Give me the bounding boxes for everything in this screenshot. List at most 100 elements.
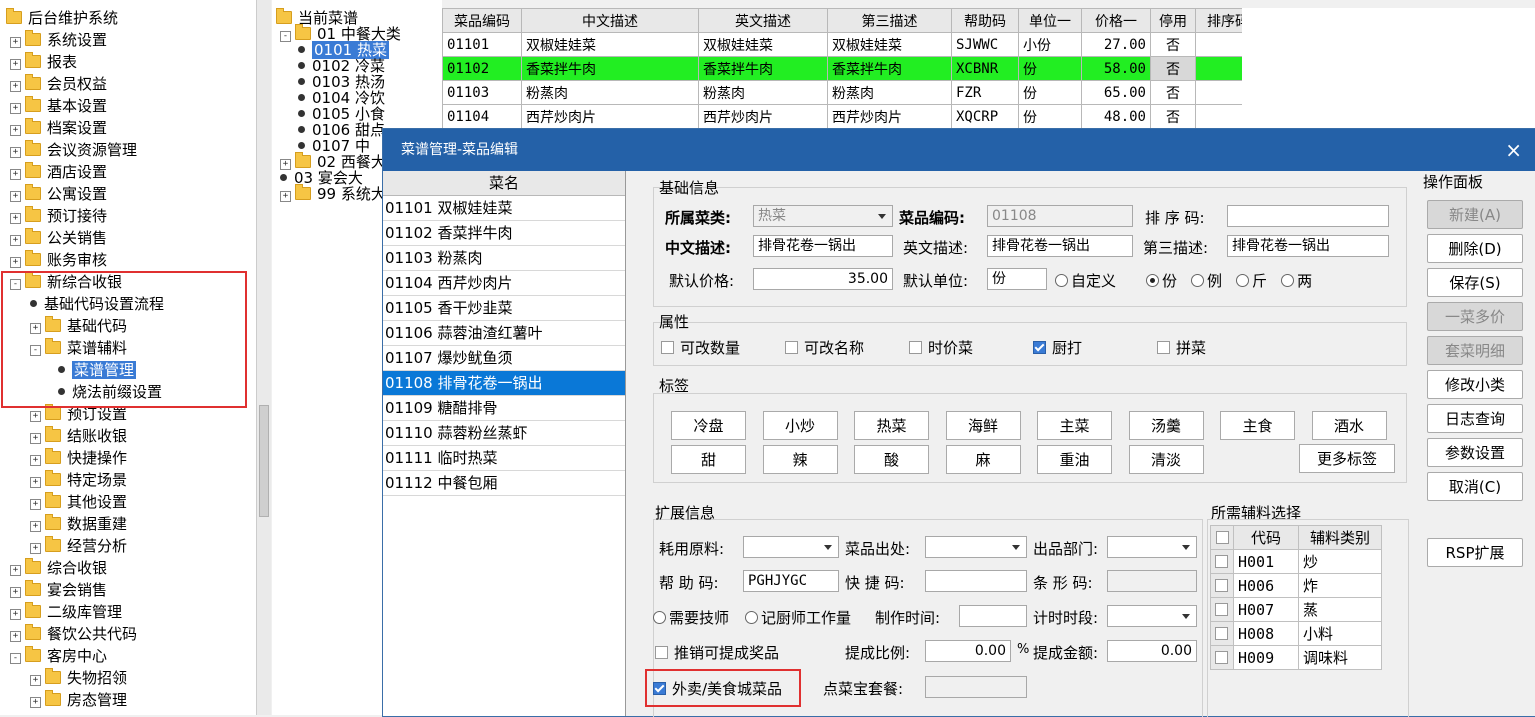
bao-field[interactable] bbox=[925, 676, 1027, 698]
nav-tree-item[interactable]: + 失物招领 bbox=[30, 667, 127, 689]
nav-tree-item[interactable]: + 结账收银 bbox=[30, 425, 127, 447]
help-code-field[interactable]: PGHJYGC bbox=[743, 570, 839, 592]
table-row[interactable]: H008 小料 bbox=[1210, 621, 1382, 646]
shortcut-field[interactable] bbox=[925, 570, 1027, 592]
nav-tree-item[interactable]: - 客房中心 bbox=[10, 645, 107, 667]
unit-radio-option[interactable]: 斤 bbox=[1236, 272, 1267, 290]
expand-icon[interactable]: + bbox=[10, 235, 21, 246]
origin-select[interactable] bbox=[925, 536, 1027, 558]
attribute-checkbox[interactable]: 拼菜 bbox=[1157, 337, 1206, 358]
time-field[interactable] bbox=[959, 605, 1027, 627]
table-row[interactable]: H007 蒸 bbox=[1210, 597, 1382, 622]
tag-button[interactable]: 辣 bbox=[762, 445, 838, 474]
list-item[interactable]: 01112 中餐包厢 bbox=[383, 471, 625, 496]
list-item[interactable]: 01110 蒜蓉粉丝蒸虾 bbox=[383, 421, 625, 446]
grid-column-header[interactable]: 英文描述 bbox=[698, 8, 828, 33]
op-button[interactable]: 取消(C) bbox=[1427, 472, 1523, 501]
nav-tree-item[interactable]: + 公关销售 bbox=[10, 227, 107, 249]
list-item[interactable]: 01106 蒜蓉油渣红薯叶 bbox=[383, 321, 625, 346]
list-item[interactable]: 01102 香菜拌牛肉 bbox=[383, 221, 625, 246]
aux-row-select[interactable] bbox=[1210, 645, 1234, 670]
material-select[interactable] bbox=[743, 536, 839, 558]
barcode-field[interactable] bbox=[1107, 570, 1197, 592]
unit-radio-option[interactable]: 份 bbox=[1146, 272, 1177, 290]
nav-tree-item[interactable]: + 经营分析 bbox=[30, 535, 127, 557]
expand-icon[interactable]: + bbox=[30, 455, 41, 466]
tag-button[interactable]: 小炒 bbox=[762, 411, 838, 440]
aux-column-header[interactable]: 辅料类别 bbox=[1298, 525, 1382, 550]
expand-icon[interactable]: + bbox=[10, 125, 21, 136]
unit-field[interactable]: 份 bbox=[987, 268, 1047, 290]
chef-radio[interactable]: 记厨师工作量 bbox=[745, 607, 851, 628]
tag-button[interactable]: 汤羹 bbox=[1128, 411, 1204, 440]
expand-icon[interactable]: + bbox=[10, 587, 21, 598]
tag-button[interactable]: 热菜 bbox=[854, 411, 929, 440]
nav-tree-item[interactable]: + 餐饮公共代码 bbox=[10, 623, 137, 645]
op-button[interactable]: 修改小类 bbox=[1427, 370, 1523, 399]
attribute-checkbox[interactable]: 可改名称 bbox=[785, 337, 864, 358]
expand-icon[interactable]: + bbox=[10, 631, 21, 642]
expand-icon[interactable]: + bbox=[10, 37, 21, 48]
dish-grid[interactable]: 菜品编码 中文描述 英文描述 第三描述 帮助码 单位一 价格一 停用 排序码 01101 双椒娃娃… bbox=[442, 8, 1261, 129]
aux-row-select[interactable] bbox=[1210, 597, 1234, 622]
nav-tree-item[interactable]: + 系统设置 bbox=[10, 29, 107, 51]
expand-icon[interactable]: + bbox=[10, 191, 21, 202]
expand-icon[interactable]: + bbox=[30, 433, 41, 444]
list-item[interactable]: 01109 糖醋排骨 bbox=[383, 396, 625, 421]
table-row[interactable]: H001 炒 bbox=[1210, 549, 1382, 574]
scroll-thumb[interactable] bbox=[259, 405, 269, 517]
tag-button[interactable]: 酸 bbox=[854, 445, 929, 474]
nav-tree-item[interactable]: + 二级库管理 bbox=[10, 601, 122, 623]
sort-field[interactable] bbox=[1227, 205, 1389, 227]
nav-tree-item[interactable]: 后台维护系统 bbox=[6, 7, 118, 29]
tag-button[interactable]: 主食 bbox=[1220, 411, 1295, 440]
close-icon[interactable]: × bbox=[1505, 129, 1522, 171]
amount-field[interactable]: 0.00 bbox=[1107, 640, 1197, 662]
nav-tree-item[interactable]: + 快捷操作 bbox=[30, 447, 127, 469]
nav-tree-scrollbar[interactable] bbox=[256, 0, 271, 715]
skill-radio[interactable]: 需要技师 bbox=[653, 607, 729, 628]
expand-icon[interactable]: + bbox=[280, 191, 291, 202]
op-button[interactable]: 一菜多价 bbox=[1427, 302, 1523, 331]
list-item[interactable]: 01105 香干炒韭菜 bbox=[383, 296, 625, 321]
code-field[interactable]: 01108 bbox=[987, 205, 1133, 227]
dept-select[interactable] bbox=[1107, 536, 1197, 558]
nav-tree-item[interactable]: + 档案设置 bbox=[10, 117, 107, 139]
table-row[interactable]: 01101 双椒娃娃菜 双椒娃娃菜 双椒娃娃菜 SJWWC 小份 27.00 否 bbox=[442, 32, 1261, 57]
category-tree-item[interactable]: +99 系统大 bbox=[280, 183, 386, 205]
tag-button[interactable]: 麻 bbox=[945, 445, 1021, 474]
promo-checkbox[interactable]: 推销可提成奖品 bbox=[655, 642, 779, 663]
category-select[interactable]: 热菜 bbox=[753, 205, 893, 227]
op-button[interactable]: 新建(A) bbox=[1427, 200, 1523, 229]
unit-radio-option[interactable]: 两 bbox=[1281, 272, 1312, 290]
table-row[interactable]: 01103 粉蒸肉 粉蒸肉 粉蒸肉 FZR 份 65.00 否 bbox=[442, 80, 1261, 105]
grid-column-header[interactable]: 帮助码 bbox=[951, 8, 1019, 33]
expand-icon[interactable]: + bbox=[10, 59, 21, 70]
ratio-field[interactable]: 0.00 bbox=[925, 640, 1011, 662]
expand-icon[interactable]: + bbox=[30, 477, 41, 488]
op-button[interactable]: 参数设置 bbox=[1427, 438, 1523, 467]
table-row[interactable]: H006 炸 bbox=[1210, 573, 1382, 598]
expand-icon[interactable]: + bbox=[30, 543, 41, 554]
third-desc-field[interactable]: 排骨花卷一锅出 bbox=[1227, 235, 1389, 257]
expand-icon[interactable]: + bbox=[10, 81, 21, 92]
list-item[interactable]: 01101 双椒娃娃菜 bbox=[383, 196, 625, 221]
list-item[interactable]: 01103 粉蒸肉 bbox=[383, 246, 625, 271]
list-item[interactable]: 01108 排骨花卷一锅出 bbox=[383, 371, 625, 396]
tag-button[interactable]: 冷盘 bbox=[671, 411, 746, 440]
nav-tree-item[interactable]: + 宴会销售 bbox=[10, 579, 107, 601]
attribute-checkbox[interactable]: 厨打 bbox=[1033, 337, 1082, 358]
aux-select-all[interactable] bbox=[1210, 525, 1234, 550]
tag-button[interactable]: 重油 bbox=[1037, 445, 1112, 474]
op-button[interactable]: 套菜明细 bbox=[1427, 336, 1523, 365]
expand-icon[interactable]: + bbox=[10, 257, 21, 268]
nav-tree-item[interactable]: + 特定场景 bbox=[30, 469, 127, 491]
unit-radio-option[interactable]: 例 bbox=[1191, 272, 1222, 290]
expand-icon[interactable]: + bbox=[30, 411, 41, 422]
aux-row-select[interactable] bbox=[1210, 573, 1234, 598]
expand-icon[interactable]: + bbox=[10, 169, 21, 180]
grid-column-header[interactable]: 第三描述 bbox=[827, 8, 952, 33]
list-item[interactable]: 01111 临时热菜 bbox=[383, 446, 625, 471]
table-row[interactable]: 01104 西芹炒肉片 西芹炒肉片 西芹炒肉片 XQCRP 份 48.00 否 bbox=[442, 104, 1261, 129]
expand-icon[interactable]: + bbox=[10, 147, 21, 158]
